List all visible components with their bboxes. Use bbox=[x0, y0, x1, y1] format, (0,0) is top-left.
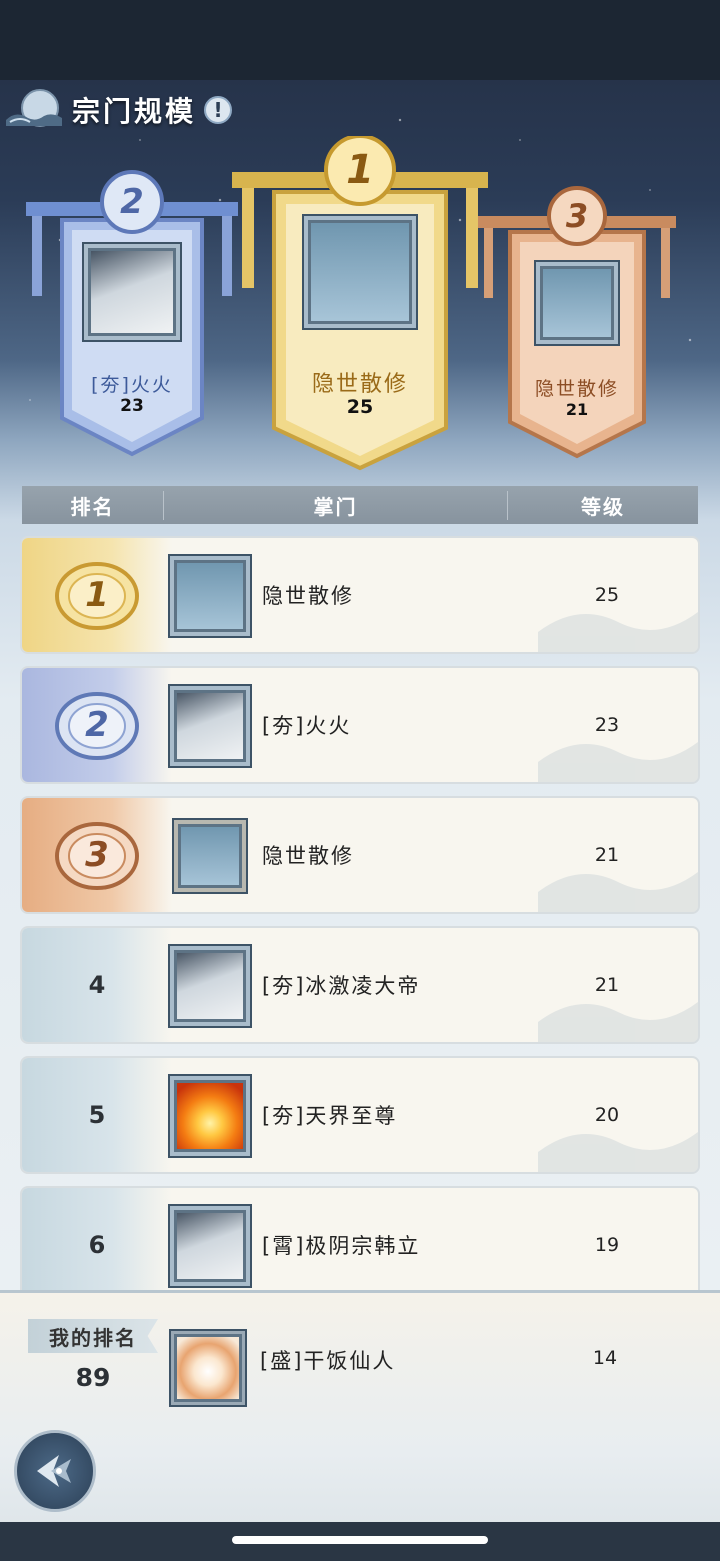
leader-name: 隐世散修 bbox=[262, 844, 354, 868]
leader-name: [夯]冰激凌大帝 bbox=[262, 974, 421, 998]
podium-third[interactable]: 3 隐世散修 21 bbox=[478, 186, 676, 460]
back-arrow-icon bbox=[37, 1455, 71, 1487]
back-button[interactable] bbox=[14, 1430, 96, 1512]
podium-second-name: [夯]火火 bbox=[91, 374, 173, 396]
avatar bbox=[170, 686, 250, 766]
my-rank-panel: 我的排名 89 [盛]干饭仙人 14 bbox=[0, 1290, 720, 1522]
leader-name: 隐世散修 bbox=[262, 584, 354, 608]
leader-name: [霄]极阴宗韩立 bbox=[262, 1234, 421, 1258]
avatar bbox=[170, 1206, 250, 1286]
podium-first-level: 25 bbox=[346, 396, 374, 418]
avatar bbox=[170, 946, 250, 1026]
column-header-leader: 掌门 bbox=[164, 490, 508, 520]
wave-pattern bbox=[538, 742, 698, 782]
table-row[interactable]: 1 隐世散修 25 bbox=[20, 536, 700, 654]
leader-name: [夯]天界至尊 bbox=[262, 1104, 398, 1128]
home-indicator[interactable] bbox=[232, 1536, 488, 1544]
page-title: 宗门规模 bbox=[72, 95, 197, 128]
wave-pattern bbox=[538, 612, 698, 652]
rank-number: 4 bbox=[88, 971, 106, 999]
podium-first[interactable]: 1 隐世散修 25 bbox=[232, 136, 488, 472]
my-rank-number: 89 bbox=[75, 1363, 111, 1392]
podium-third-level: 21 bbox=[565, 400, 589, 419]
my-name: [盛]干饭仙人 bbox=[260, 1349, 396, 1373]
podium-first-name: 隐世散修 bbox=[311, 372, 408, 397]
column-header-rank: 排名 bbox=[22, 490, 164, 520]
info-icon[interactable]: ! bbox=[204, 96, 233, 124]
podium-second-level: 23 bbox=[120, 396, 144, 416]
rank-number: 5 bbox=[88, 1101, 106, 1129]
my-level: 14 bbox=[592, 1347, 618, 1369]
avatar bbox=[174, 820, 246, 892]
podium-second[interactable]: 2 [夯]火火 23 bbox=[26, 168, 238, 458]
avatar bbox=[170, 556, 250, 636]
wave-pattern bbox=[538, 1002, 698, 1042]
rank-number: 1 bbox=[85, 575, 109, 615]
rank-number: 6 bbox=[88, 1231, 106, 1259]
rank-number: 2 bbox=[85, 705, 109, 745]
status-bar bbox=[0, 0, 720, 80]
my-rank-label: 我的排名 bbox=[28, 1319, 158, 1353]
leaderboard-screen: 宗门规模 ! 2 [夯]火火 23 1 隐世散修 25 3 隐世散修 21 排名… bbox=[0, 0, 720, 1561]
table-row[interactable]: 4 [夯]冰激凌大帝 21 bbox=[20, 926, 700, 1044]
leader-name: [夯]火火 bbox=[262, 714, 352, 738]
column-header-level: 等级 bbox=[581, 494, 625, 519]
cloud-moon-icon bbox=[6, 89, 62, 127]
rank-1-badge: 1 bbox=[346, 147, 374, 193]
rank-3-badge: 3 bbox=[565, 197, 589, 235]
avatar bbox=[170, 1076, 250, 1156]
avatar bbox=[304, 216, 416, 328]
wave-pattern bbox=[538, 872, 698, 912]
table-row[interactable]: 3 隐世散修 21 bbox=[20, 796, 700, 914]
table-row[interactable]: 5 [夯]天界至尊 20 bbox=[20, 1056, 700, 1174]
avatar bbox=[536, 262, 618, 344]
rank-2-badge: 2 bbox=[120, 182, 144, 222]
table-header: 排名 掌门 等级 bbox=[22, 486, 698, 524]
my-avatar bbox=[171, 1331, 245, 1405]
table-row[interactable]: 2 [夯]火火 23 bbox=[20, 666, 700, 784]
level-value: 19 bbox=[594, 1234, 620, 1256]
rank-number: 3 bbox=[85, 835, 109, 875]
podium-third-name: 隐世散修 bbox=[534, 378, 619, 400]
wave-pattern bbox=[538, 1132, 698, 1172]
avatar bbox=[84, 244, 180, 340]
table-row[interactable]: 6 [霄]极阴宗韩立 19 bbox=[20, 1186, 700, 1304]
page-header: 宗门规模 ! bbox=[0, 86, 260, 134]
